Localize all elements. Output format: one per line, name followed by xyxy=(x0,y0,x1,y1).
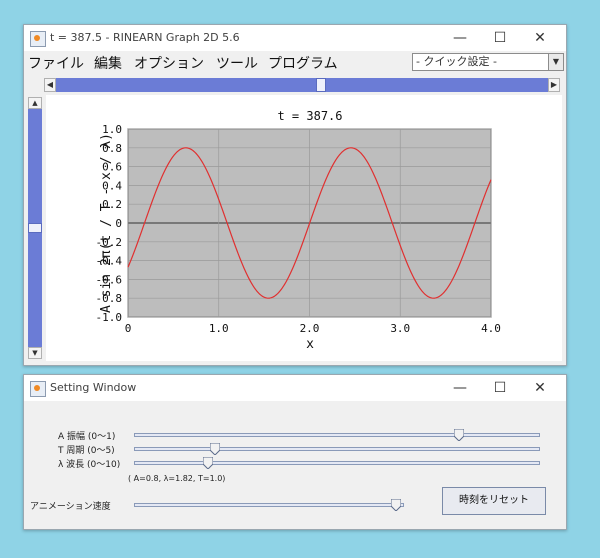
y-tick-label: 0 xyxy=(115,217,122,230)
scroll-down-icon[interactable]: ▼ xyxy=(28,347,42,359)
graph-window: t = 387.5 - RINEARN Graph 2D 5.6 — ☐ ✕ フ… xyxy=(23,24,567,366)
amplitude-slider-thumb[interactable] xyxy=(453,429,464,441)
setting-titlebar: Setting Window — ☐ ✕ xyxy=(24,375,566,401)
vertical-scroll-thumb[interactable] xyxy=(28,223,42,233)
graph-window-title: t = 387.5 - RINEARN Graph 2D 5.6 xyxy=(50,31,240,44)
period-slider[interactable] xyxy=(134,447,540,451)
close-button[interactable]: ✕ xyxy=(520,25,560,51)
vertical-scrollbar[interactable]: ▲ ▼ xyxy=(28,97,42,359)
wavelength-label: λ 波長 (0〜10) xyxy=(58,460,121,470)
wavelength-slider[interactable] xyxy=(134,461,540,465)
app-icon xyxy=(30,31,46,47)
graph-titlebar: t = 387.5 - RINEARN Graph 2D 5.6 — ☐ ✕ xyxy=(24,25,566,51)
y-axis-label: A sin 2π(t / T - x / λ) xyxy=(99,133,114,313)
x-axis-label: x xyxy=(306,337,314,352)
plot-panel: t = 387.6 1.0 0.8 0.6 0.4 0.2 0 -0.2 -0.4 -0.6 -0… xyxy=(46,95,562,361)
animation-speed-slider[interactable] xyxy=(134,503,404,507)
chart-title: t = 387.6 xyxy=(277,109,342,123)
setting-window-title: Setting Window xyxy=(50,381,137,394)
app-icon xyxy=(30,381,46,397)
maximize-button[interactable]: ☐ xyxy=(480,25,520,51)
reset-time-button[interactable]: 時刻をリセット xyxy=(442,487,546,515)
menu-program[interactable]: プログラム xyxy=(268,53,338,73)
wavelength-slider-thumb[interactable] xyxy=(202,457,213,469)
x-tick-label: 2.0 xyxy=(300,322,320,335)
minimize-button[interactable]: — xyxy=(440,375,480,401)
close-button[interactable]: ✕ xyxy=(520,375,560,401)
chevron-down-icon[interactable]: ▼ xyxy=(548,54,563,70)
horizontal-scrollbar[interactable]: ◀ ▶ xyxy=(44,78,560,92)
quick-settings-select[interactable]: - クイック設定 - ▼ xyxy=(412,53,564,71)
parameter-readout: ( A=0.8, λ=1.82, T=1.0) xyxy=(128,474,226,483)
period-label: T 周期 (0〜5) xyxy=(58,446,115,456)
x-tick-label: 3.0 xyxy=(390,322,410,335)
amplitude-label: A 振幅 (0〜1) xyxy=(58,432,116,442)
menu-edit[interactable]: 編集 xyxy=(94,53,122,73)
x-tick-label: 4.0 xyxy=(481,322,501,335)
animation-speed-slider-thumb[interactable] xyxy=(390,499,401,511)
horizontal-scroll-thumb[interactable] xyxy=(316,78,326,92)
scroll-left-icon[interactable]: ◀ xyxy=(44,78,56,92)
amplitude-slider[interactable] xyxy=(134,433,540,437)
animation-speed-label: アニメーション速度 xyxy=(30,502,111,512)
x-tick-label: 1.0 xyxy=(209,322,229,335)
menu-file[interactable]: ファイル xyxy=(28,53,84,73)
minimize-button[interactable]: — xyxy=(440,25,480,51)
quick-settings-value: - クイック設定 - xyxy=(416,55,497,68)
menu-options[interactable]: オプション xyxy=(134,53,204,73)
scroll-right-icon[interactable]: ▶ xyxy=(548,78,560,92)
x-tick-labels: 0 1.0 2.0 3.0 4.0 xyxy=(125,322,501,335)
scroll-up-icon[interactable]: ▲ xyxy=(28,97,42,109)
menu-tools[interactable]: ツール xyxy=(216,53,258,73)
x-tick-label: 0 xyxy=(125,322,132,335)
setting-window: Setting Window — ☐ ✕ A 振幅 (0〜1) T 周期 (0〜… xyxy=(23,374,567,530)
wave-chart: t = 387.6 1.00.80.60.40.20-0.2-0.4-0.6-0… xyxy=(96,109,501,352)
period-slider-thumb[interactable] xyxy=(210,443,221,455)
maximize-button[interactable]: ☐ xyxy=(480,375,520,401)
